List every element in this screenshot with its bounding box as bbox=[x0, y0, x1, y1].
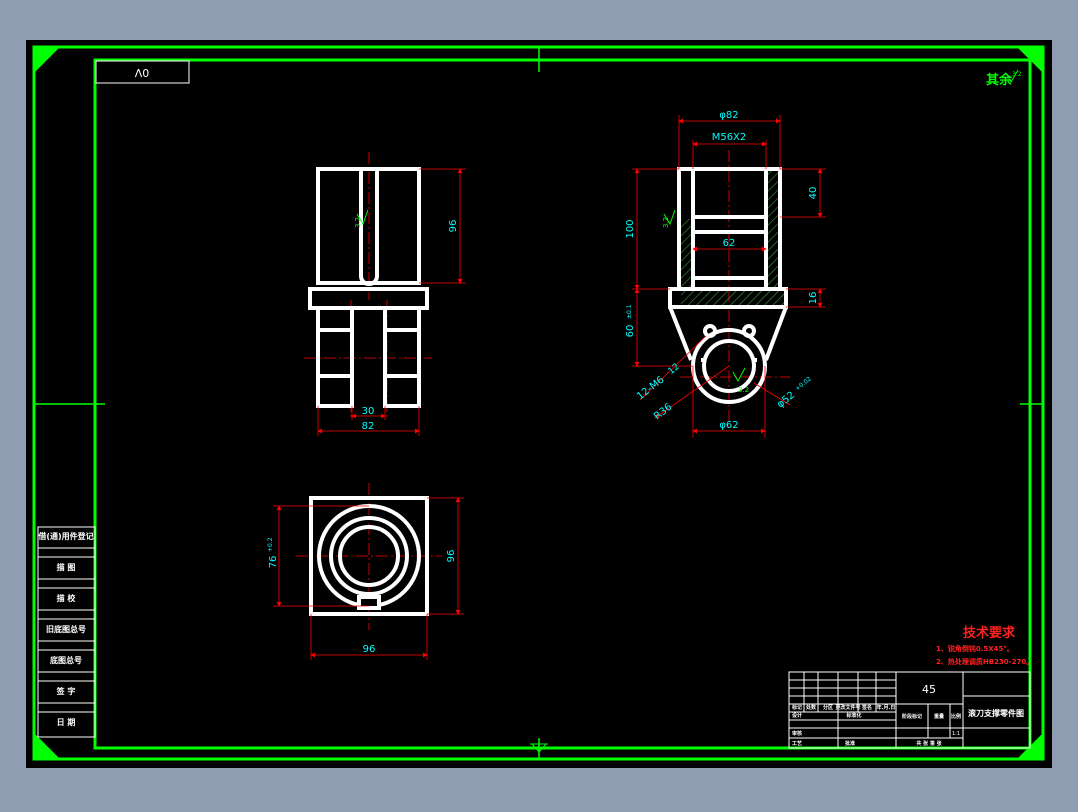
title-row-design: 设计 bbox=[792, 712, 802, 719]
front-dim-height: 96 bbox=[448, 220, 459, 233]
title-sheet-label: 共 张 第 张 bbox=[916, 740, 942, 747]
title-weight-label: 重量 bbox=[934, 713, 944, 720]
title-col-zone: 分区 bbox=[823, 704, 833, 711]
side-row-1: 描 图 bbox=[57, 562, 76, 572]
top-dim-width: 96 bbox=[363, 644, 376, 655]
title-col-change: 更改文件号 bbox=[835, 704, 860, 711]
section-roughness-value-b: 3.2 bbox=[738, 386, 749, 394]
sheet-background bbox=[26, 40, 1052, 768]
title-row-standard: 标准化 bbox=[845, 712, 861, 719]
title-col-date: 年.月.日 bbox=[877, 704, 896, 711]
front-dim-slot: 30 bbox=[362, 406, 375, 417]
side-row-6: 日 期 bbox=[57, 717, 76, 727]
top-dim-ring: 76 bbox=[268, 556, 279, 569]
front-dim-width: 82 bbox=[362, 421, 375, 432]
drawing-code: 0V bbox=[134, 66, 149, 79]
section-dim-mid-tol: ±0.1 bbox=[626, 304, 633, 319]
top-dim-ring-tol: +0.2 bbox=[267, 537, 274, 552]
title-row-approve: 批准 bbox=[845, 740, 855, 747]
title-stage-label: 阶段标记 bbox=[902, 713, 922, 720]
title-material: 45 bbox=[922, 683, 936, 696]
section-dim-thread: M56X2 bbox=[712, 132, 747, 143]
section-dim-top: 40 bbox=[808, 187, 819, 200]
tech-req-line2: 2、热处理调质HB230-270。 bbox=[936, 657, 1033, 666]
roughness-note-label: 其余 bbox=[986, 72, 1013, 88]
title-col-sign: 签名 bbox=[861, 704, 872, 711]
title-part-name: 滚刀支撑零件图 bbox=[968, 708, 1024, 718]
side-row-5: 签 字 bbox=[56, 686, 76, 696]
side-row-3: 旧底图总号 bbox=[46, 624, 86, 634]
side-row-4: 底图总号 bbox=[49, 655, 82, 665]
title-scale-label: 比例 bbox=[951, 713, 961, 720]
section-dim-outer: φ82 bbox=[719, 110, 738, 121]
front-roughness-value: 3.2 bbox=[354, 217, 362, 228]
title-row-check: 审核 bbox=[792, 730, 802, 737]
title-col-mark: 标记 bbox=[791, 704, 802, 711]
side-row-0: 借(通)用件登记 bbox=[37, 531, 93, 541]
section-dim-mid: 60 bbox=[625, 325, 636, 338]
tech-req-line1: 1、锐角倒钝0.5X45°。 bbox=[936, 644, 1014, 653]
title-row-process: 工艺 bbox=[792, 740, 802, 747]
top-dim-height: 96 bbox=[446, 550, 457, 563]
title-scale-value: 1:1 bbox=[952, 731, 960, 737]
side-row-2: 描 校 bbox=[57, 593, 77, 603]
drawing-viewport[interactable]: 0V 其余 3.2 3.2 96 30 82 3.2 3.2 φ82 M56X2… bbox=[0, 0, 1078, 808]
tech-req-title: 技术要求 bbox=[963, 625, 1016, 641]
section-dim-total: 100 bbox=[625, 219, 636, 238]
section-dim-inner: 62 bbox=[723, 238, 736, 249]
section-dim-flange: 16 bbox=[808, 292, 819, 305]
section-dim-bore: φ62 bbox=[719, 420, 738, 431]
section-roughness-value-a: 3.2 bbox=[662, 217, 670, 228]
title-col-count: 处数 bbox=[805, 704, 817, 711]
cad-drawing-canvas[interactable]: 0V 其余 3.2 3.2 96 30 82 3.2 3.2 φ82 M56X2… bbox=[0, 0, 1078, 808]
